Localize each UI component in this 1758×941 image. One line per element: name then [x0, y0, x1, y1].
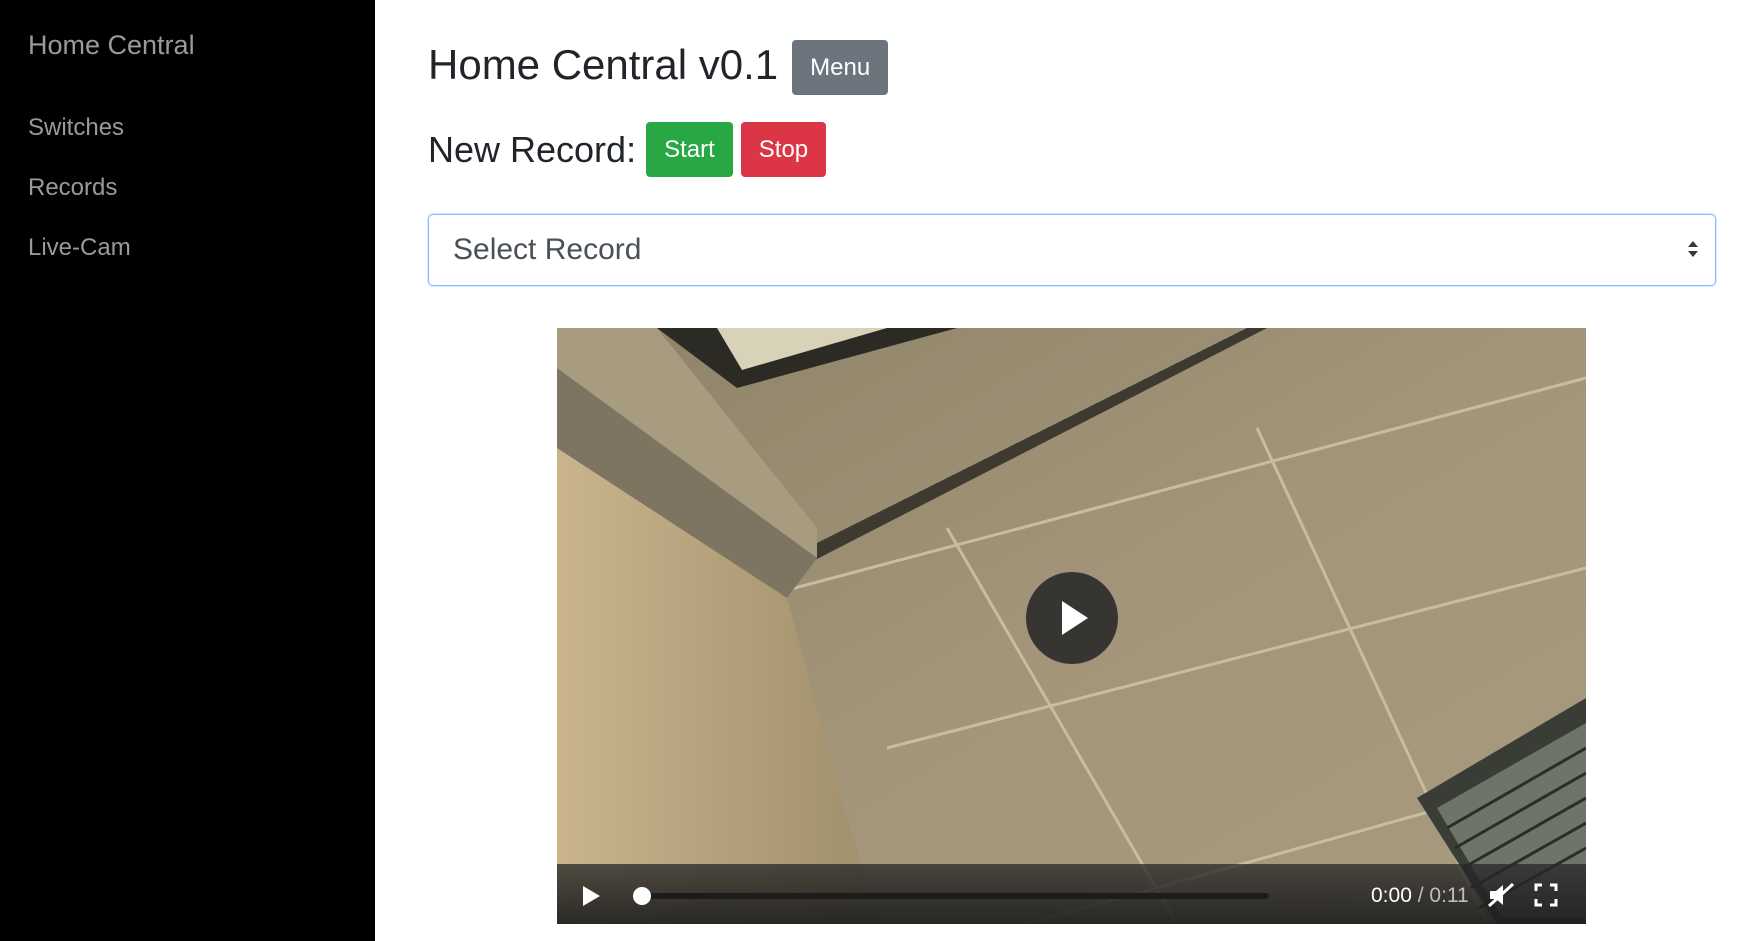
sidebar-item-live-cam[interactable]: Live-Cam: [28, 228, 131, 288]
start-record-button[interactable]: Start: [646, 122, 733, 177]
time-separator: /: [1411, 884, 1430, 907]
video-player[interactable]: 0:00 / 0:11: [557, 328, 1586, 924]
sidebar-item-records[interactable]: Records: [28, 168, 131, 228]
sidebar: Home Central Switches Records Live-Cam: [0, 0, 375, 941]
play-icon: [1062, 601, 1088, 635]
page-title: Home Central v0.1: [428, 40, 779, 88]
current-time: 0:00: [1371, 884, 1412, 907]
sidebar-item-switches[interactable]: Switches: [28, 108, 131, 168]
new-record-label: New Record:: [428, 128, 637, 170]
fullscreen-icon[interactable]: [1534, 883, 1558, 907]
mute-icon[interactable]: [1487, 882, 1515, 908]
big-play-button[interactable]: [1026, 572, 1118, 664]
duration: 0:11: [1429, 884, 1469, 907]
title-row: Home Central v0.1 Menu: [428, 34, 889, 95]
new-record-row: New Record: Start Stop: [428, 122, 827, 177]
main-content: Home Central v0.1 Menu New Record: Start…: [375, 0, 1758, 941]
video-controls: 0:00 / 0:11: [557, 864, 1586, 924]
sidebar-nav: Switches Records Live-Cam: [28, 108, 131, 288]
play-icon[interactable]: [579, 884, 603, 908]
stop-record-button[interactable]: Stop: [740, 122, 827, 177]
record-select-value: Select Record: [453, 233, 642, 266]
record-select[interactable]: Select Record: [428, 214, 1716, 286]
time-display: 0:00 / 0:11: [1371, 884, 1469, 908]
sidebar-brand[interactable]: Home Central: [28, 30, 195, 61]
menu-button[interactable]: Menu: [792, 40, 889, 95]
seek-thumb[interactable]: [633, 887, 651, 905]
seek-bar[interactable]: [633, 887, 1269, 905]
select-arrows-icon: [1688, 241, 1698, 257]
